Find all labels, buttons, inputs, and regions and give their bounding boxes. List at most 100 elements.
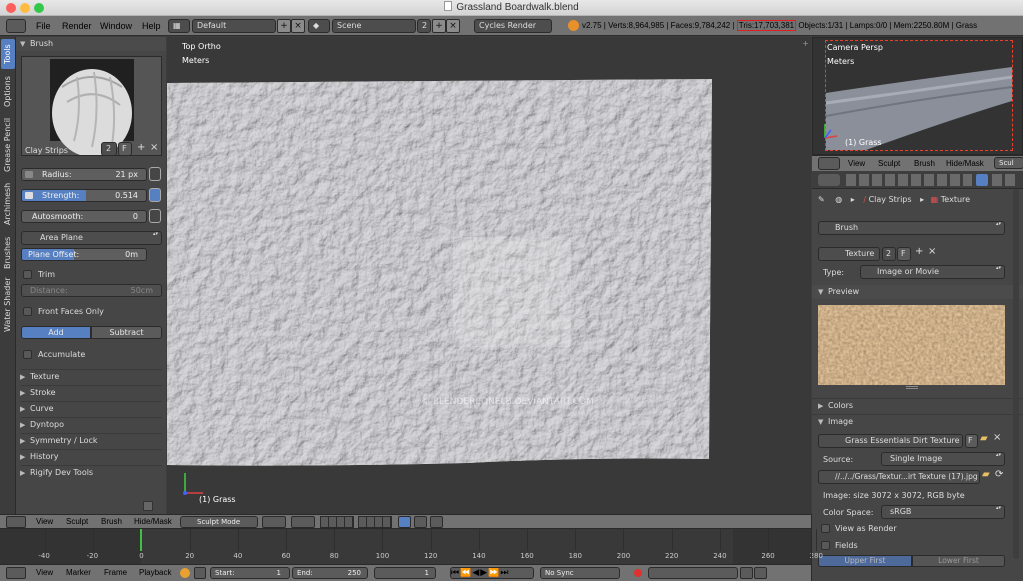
sculpt-plane-select[interactable]: Area Plane <box>21 231 162 245</box>
editor-type-icon[interactable] <box>6 516 26 528</box>
timeline-playhead[interactable] <box>140 529 143 551</box>
scene-users[interactable]: 2 <box>417 19 431 33</box>
autosmooth-pressure-icon[interactable] <box>149 209 161 223</box>
subtract-direction-button[interactable]: Subtract <box>91 326 162 339</box>
add-screen-button[interactable]: + <box>277 19 291 33</box>
view-as-render-checkbox[interactable] <box>821 524 830 533</box>
camera-viewport[interactable]: Camera Persp Meters (1) Grass <box>812 37 1023 155</box>
image-panel-header[interactable]: ▼ Image <box>812 414 1023 428</box>
properties-scrollbar[interactable] <box>1013 189 1019 559</box>
prop-menu-view[interactable]: View <box>848 159 865 168</box>
brush-fake-user[interactable]: F <box>118 142 132 156</box>
subpanel-symmetry-lock[interactable]: ▶ Symmetry / Lock <box>20 433 162 445</box>
delete-keyframe-icon[interactable] <box>754 567 767 579</box>
image-source-select[interactable]: Single Image <box>881 452 1005 466</box>
brush-preview[interactable] <box>21 56 162 157</box>
render-animation-icon[interactable] <box>430 516 443 528</box>
menu-file[interactable]: File <box>36 21 51 31</box>
vp-menu-view[interactable]: View <box>36 517 53 526</box>
subpanel-history[interactable]: ▶ History <box>20 449 162 461</box>
subpanel-stroke[interactable]: ▶ Stroke <box>20 385 162 397</box>
vp-menu-brush[interactable]: Brush <box>101 517 122 526</box>
prev-key-icon[interactable]: ⏪ <box>460 568 472 578</box>
lock-camera-icon[interactable] <box>398 516 411 528</box>
texture-tab-icon[interactable] <box>976 174 988 186</box>
upper-first-button[interactable]: Upper First <box>818 555 912 567</box>
texture-type-select[interactable]: Image or Movie <box>860 265 1005 279</box>
tl-menu-view[interactable]: View <box>36 568 53 577</box>
scene-field[interactable]: Scene <box>332 19 416 33</box>
autosmooth-slider[interactable]: Autosmooth: 0 <box>21 210 147 223</box>
menu-help[interactable]: Help <box>142 21 161 31</box>
editor-type-icon[interactable] <box>6 19 26 33</box>
render-engine-select[interactable]: Cycles Render <box>474 19 552 33</box>
interaction-mode-select[interactable]: Sculpt Mode <box>180 516 258 528</box>
remove-brush-icon[interactable]: × <box>150 142 158 153</box>
remove-screen-button[interactable]: × <box>291 19 305 33</box>
viewport-shading-icon[interactable] <box>262 516 286 528</box>
brush-name[interactable]: Clay Strips <box>25 146 68 155</box>
editor-type-icon[interactable] <box>6 567 26 579</box>
image-filepath-field[interactable]: //../../Grass/Textur...irt Texture (17).… <box>818 470 980 484</box>
editor-type-icon[interactable] <box>818 174 840 186</box>
sculpt-mode-field[interactable]: Scul <box>994 157 1023 169</box>
vp-menu-sculpt[interactable]: Sculpt <box>66 517 88 526</box>
subpanel-rigify-dev-tools[interactable]: ▶ Rigify Dev Tools <box>20 465 162 477</box>
strength-slider[interactable]: Strength: 0.514 <box>21 189 147 202</box>
open-folder-icon[interactable]: ▰ <box>980 433 988 444</box>
subpanel-curve[interactable]: ▶ Curve <box>20 401 162 413</box>
radius-pressure-icon[interactable] <box>149 167 161 181</box>
texture-fake-user[interactable]: F <box>897 247 911 261</box>
radius-slider[interactable]: Radius: 21 px <box>21 168 147 181</box>
preview-range-icon[interactable] <box>194 567 206 579</box>
reload-image-icon[interactable]: ⟳ <box>995 469 1003 480</box>
keying-set-icon[interactable] <box>180 568 190 578</box>
pin-icon[interactable]: ✎ <box>818 195 825 204</box>
keying-set-field[interactable] <box>648 567 738 579</box>
add-direction-button[interactable]: Add <box>21 326 91 339</box>
brush-select[interactable]: Brush <box>818 221 1005 235</box>
tab-archimesh[interactable]: Archimesh <box>1 179 15 229</box>
sync-mode-select[interactable]: No Sync <box>540 567 620 579</box>
start-frame-field[interactable]: Start: 1 <box>210 567 290 579</box>
3d-viewport[interactable]: © BLENDEREONELB.DEVIANTART.COM Top Ortho… <box>167 37 811 514</box>
distance-slider[interactable]: Distance: 50cm <box>21 284 162 297</box>
tl-menu-playback[interactable]: Playback <box>139 568 171 577</box>
layer-buttons-2[interactable] <box>358 516 392 528</box>
prop-menu-hide-mask[interactable]: Hide/Mask <box>946 159 984 168</box>
pivot-point-icon[interactable] <box>291 516 315 528</box>
end-frame-field[interactable]: End: 250 <box>292 567 368 579</box>
image-name-field[interactable]: Grass Essentials Dirt Texture (17... <box>818 434 963 448</box>
layer-buttons-1[interactable] <box>320 516 354 528</box>
browse-file-icon[interactable]: ▰ <box>982 469 990 480</box>
tab-tools[interactable]: Tools <box>1 39 15 69</box>
timeline[interactable]: -40 -20 0 20 40 60 80 100 120 140 160 180 200 220 240 2… <box>0 528 823 564</box>
jump-end-icon[interactable]: ⏭ <box>500 568 509 578</box>
play-icon[interactable]: ▶ <box>480 568 488 578</box>
trim-checkbox[interactable] <box>23 270 32 279</box>
accumulate-checkbox[interactable] <box>23 350 32 359</box>
split-corner-icon[interactable]: + <box>802 39 809 48</box>
panel-resize-icon[interactable] <box>143 501 153 511</box>
remove-scene-button[interactable]: × <box>446 19 460 33</box>
fields-checkbox[interactable] <box>821 541 830 550</box>
add-texture-icon[interactable]: + <box>915 246 923 257</box>
scene-icon[interactable]: ◆ <box>308 19 330 33</box>
tab-brushes[interactable]: Brushes <box>1 233 15 273</box>
texture-name-field[interactable]: Texture <box>818 247 880 261</box>
plane-offset-slider[interactable]: Plane Offset: 0m <box>21 248 147 261</box>
brush-panel-header[interactable]: ▼ Brush <box>16 37 166 51</box>
subpanel-dyntopo[interactable]: ▶ Dyntopo <box>20 417 162 429</box>
image-fake-user[interactable]: F <box>965 434 978 448</box>
remove-texture-icon[interactable]: × <box>928 246 936 257</box>
add-scene-button[interactable]: + <box>432 19 446 33</box>
color-space-select[interactable]: sRGB <box>881 505 1005 519</box>
screen-layout-field[interactable]: Default <box>192 19 276 33</box>
front-faces-checkbox[interactable] <box>23 307 32 316</box>
brush-users[interactable]: 2 <box>101 142 117 156</box>
tl-menu-frame[interactable]: Frame <box>104 568 127 577</box>
insert-keyframe-icon[interactable] <box>740 567 753 579</box>
jump-start-icon[interactable]: ⏮ <box>451 568 460 578</box>
vp-menu-hide-mask[interactable]: Hide/Mask <box>134 517 172 526</box>
prop-menu-brush[interactable]: Brush <box>914 159 935 168</box>
